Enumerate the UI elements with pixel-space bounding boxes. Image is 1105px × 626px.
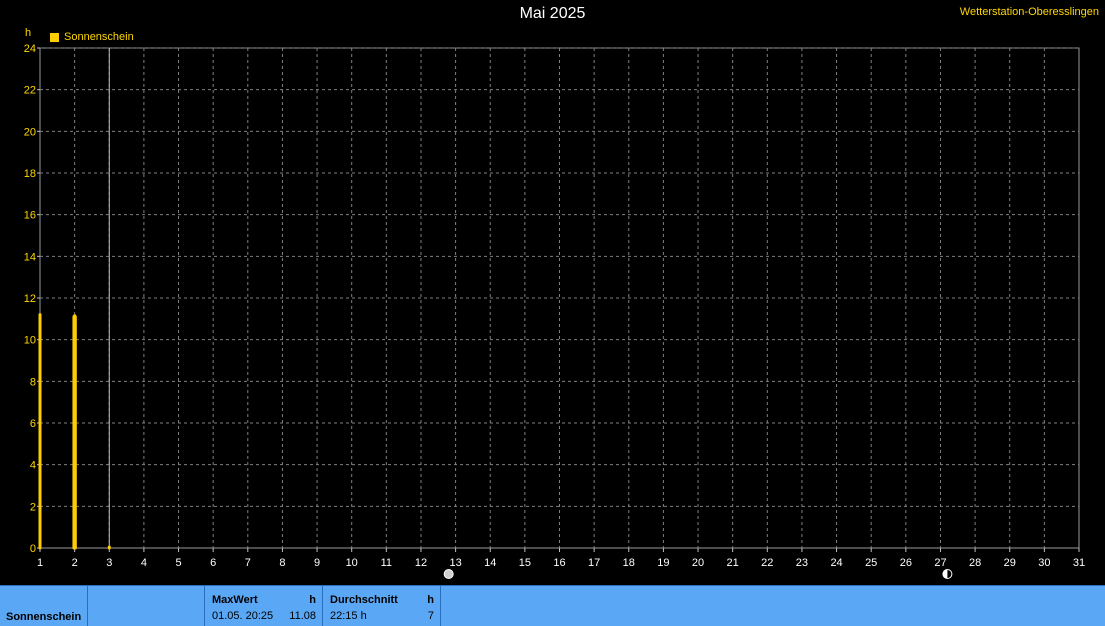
x-tick-label: 10 [346, 557, 358, 569]
row-label: Sonnenschein [6, 611, 82, 623]
x-tick-label: 4 [141, 557, 147, 569]
x-tick-label: 23 [796, 557, 808, 569]
x-tick-label: 30 [1038, 557, 1050, 569]
x-tick-label: 20 [692, 557, 704, 569]
avg-value: 7 [427, 610, 434, 622]
chart-title: Mai 2025 [519, 5, 586, 22]
x-tick-label: 29 [1004, 557, 1016, 569]
x-tick-label: 14 [484, 557, 496, 569]
x-tick-label: 21 [727, 557, 739, 569]
x-tick-label: 31 [1073, 557, 1085, 569]
y-tick-label: 24 [24, 43, 36, 55]
y-tick-label: 14 [24, 251, 36, 263]
sunshine-chart: 0246810121416182022241 2 3 4 5 6 7 8 9 10 11 12 13 14… [24, 43, 1085, 579]
y-tick-label: 22 [24, 85, 36, 97]
max-date: 01.05. 20:25 [212, 610, 274, 622]
row-label-cell: Sonnenschein [0, 586, 88, 626]
avg-unit: h [427, 594, 434, 606]
x-tick-label: 22 [761, 557, 773, 569]
average-cell: Durchschnitt h 22:15 h 7 [323, 586, 441, 626]
x-tick-label: 25 [865, 557, 877, 569]
x-tick-label: 13 [449, 557, 461, 569]
y-tick-label: 8 [30, 376, 36, 388]
avg-header: Durchschnitt [330, 594, 398, 606]
y-axis-unit: h [25, 27, 32, 39]
avg-time: 22:15 h [330, 610, 367, 622]
empty-cell [88, 586, 205, 626]
x-tick-label: 28 [969, 557, 981, 569]
y-tick-label: 20 [24, 126, 36, 138]
x-tick-label: 2 [72, 557, 78, 569]
x-tick-label: 12 [415, 557, 427, 569]
x-tick-label: 1 [37, 557, 43, 569]
max-unit: h [309, 594, 316, 606]
y-tick-label: 6 [30, 418, 36, 430]
legend-swatch [50, 32, 59, 42]
x-tick-label: 9 [314, 557, 320, 569]
x-tick-label: 18 [623, 557, 635, 569]
legend: Sonnenschein [50, 31, 134, 43]
x-tick-label: 24 [830, 557, 842, 569]
legend-label: Sonnenschein [64, 31, 134, 43]
y-tick-label: 10 [24, 335, 36, 347]
x-tick-label: 16 [553, 557, 565, 569]
y-tick-label: 16 [24, 210, 36, 222]
x-tick-label: 11 [381, 557, 392, 569]
x-tick-label: 3 [106, 557, 112, 569]
y-tick-label: 4 [30, 460, 36, 472]
x-tick-label: 7 [245, 557, 251, 569]
x-tick-label: 5 [175, 557, 181, 569]
new-moon-icon [942, 569, 953, 579]
x-tick-label: 19 [657, 557, 669, 569]
x-tick-label: 27 [934, 557, 946, 569]
x-tick-label: 17 [588, 557, 600, 569]
chart-area: 0 2 4 6 8 10 12 14 16 18 20 22 24 1 2 3 4 5 6 7 8 9 10 11 12 13 14… [0, 0, 1105, 585]
max-value-cell: MaxWert h 01.05. 20:25 11.08 [205, 586, 323, 626]
x-tick-label: 15 [519, 557, 531, 569]
x-tick-label: 26 [900, 557, 912, 569]
y-tick-label: 18 [24, 168, 36, 180]
x-tick-label: 8 [279, 557, 285, 569]
max-value: 11.08 [289, 610, 316, 622]
max-header: MaxWert [212, 594, 258, 606]
station-name: Wetterstation-Oberesslingen [959, 6, 1099, 18]
statistics-table: Sonnenschein MaxWert h 01.05. 20:25 11.0… [0, 585, 1105, 626]
x-tick-label: 6 [210, 557, 216, 569]
y-tick-label: 0 [30, 543, 36, 555]
y-tick-label: 2 [30, 501, 36, 513]
full-moon-icon [443, 569, 454, 579]
y-tick-label: 12 [24, 293, 36, 305]
